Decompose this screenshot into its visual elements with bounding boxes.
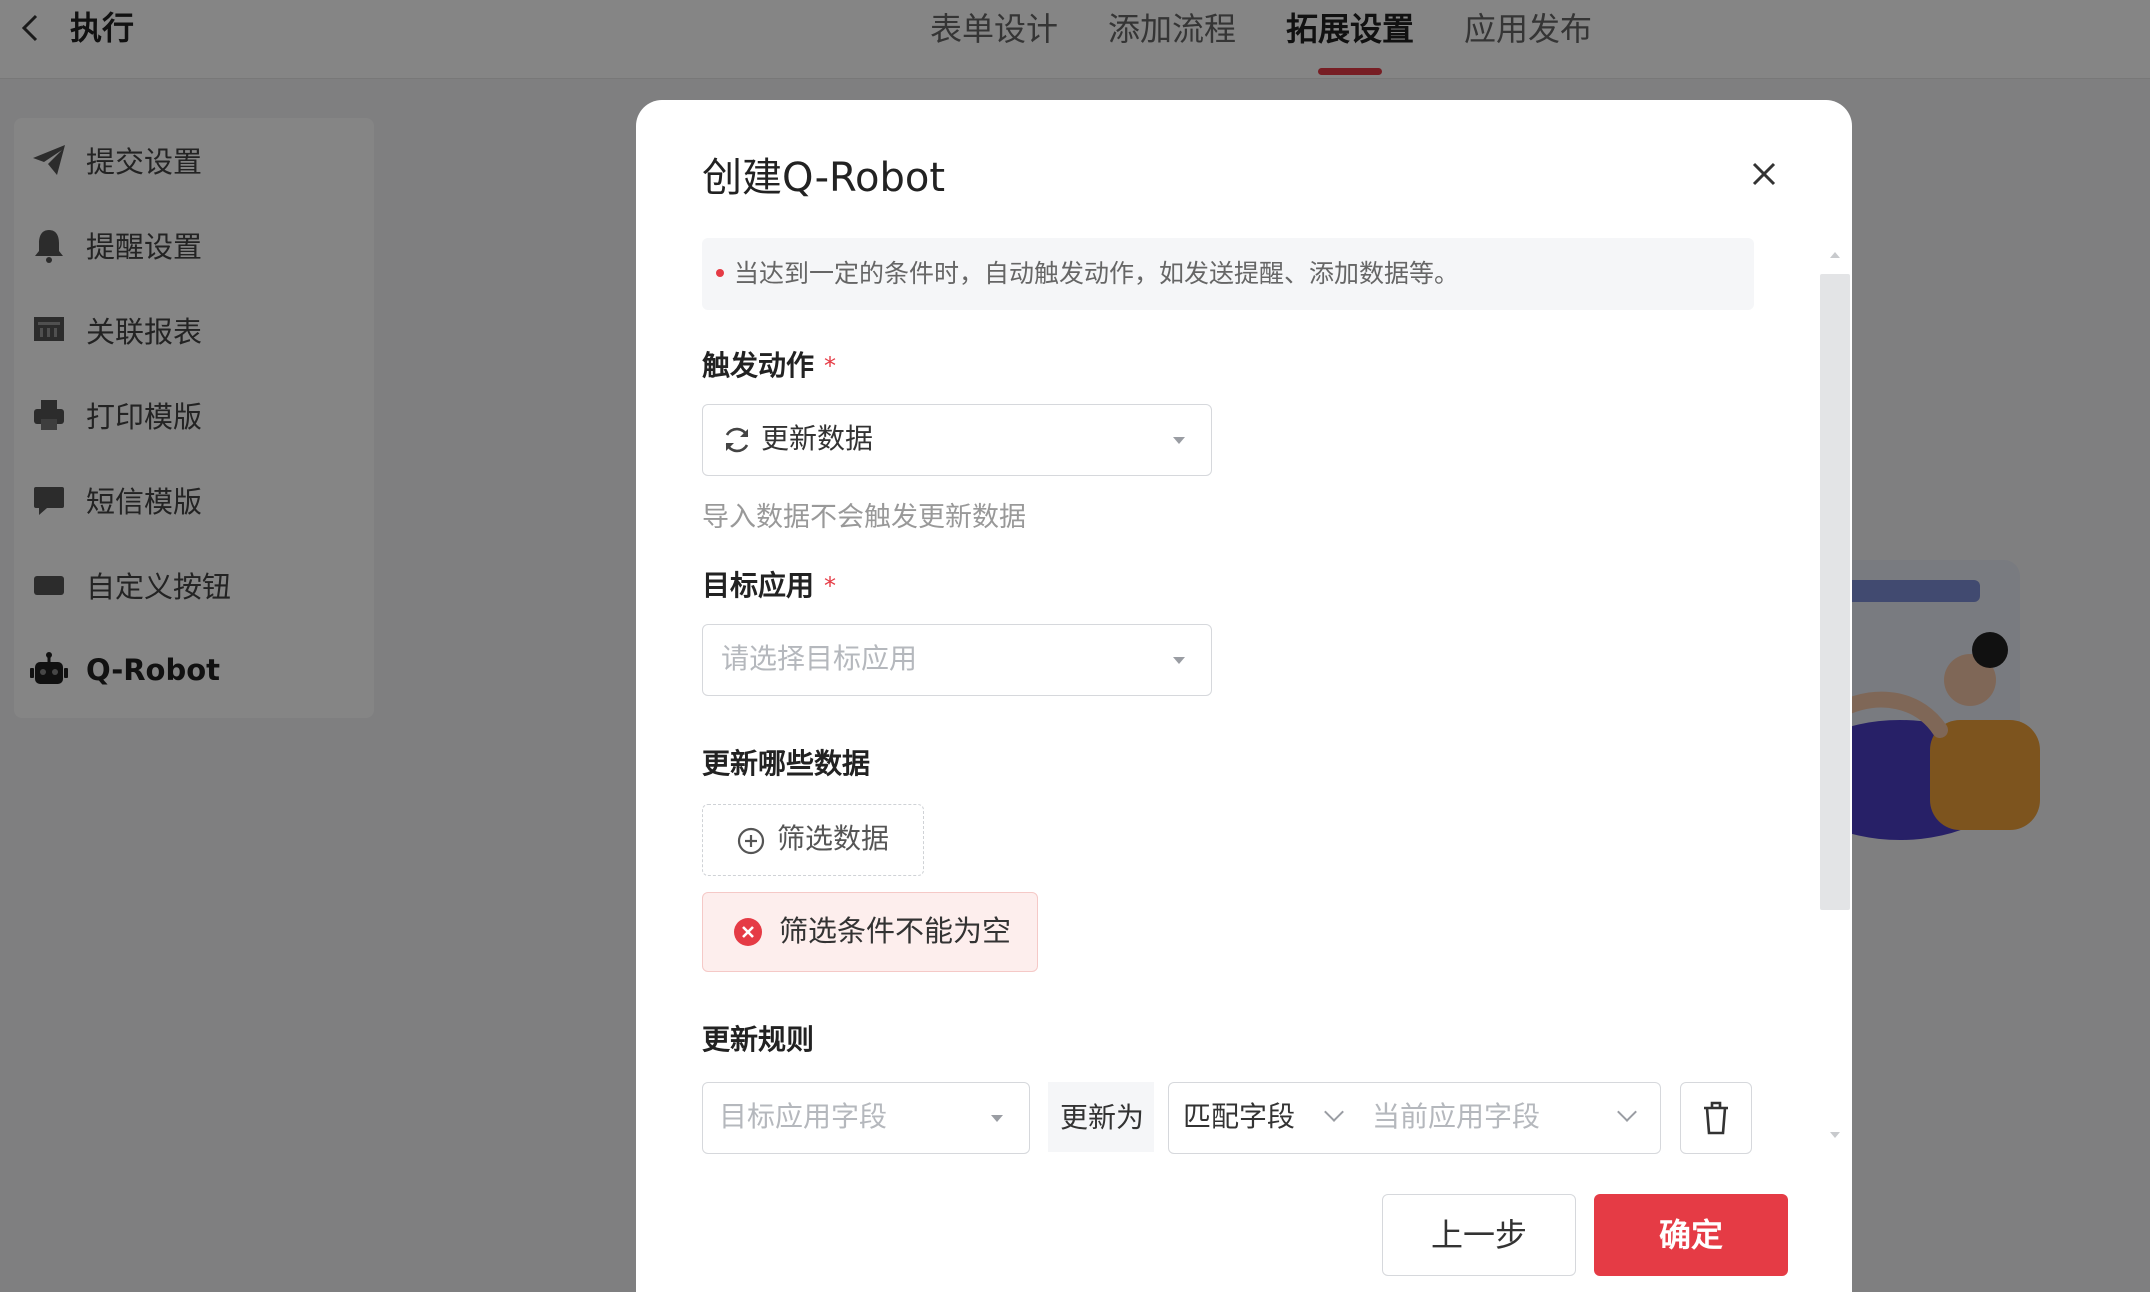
required-mark: * xyxy=(824,572,837,600)
placeholder-text: 当前应用字段 xyxy=(1372,1100,1541,1133)
field-label-text: 触发动作 xyxy=(702,349,815,382)
scrollbar-thumb[interactable] xyxy=(1820,274,1850,910)
error-circle-icon xyxy=(734,918,762,946)
dialog-title: 创建Q-Robot xyxy=(702,155,946,201)
target-app-label: 目标应用 * xyxy=(702,566,836,606)
update-to-text: 更新为 xyxy=(1060,1101,1145,1134)
filter-data-button[interactable]: 筛选数据 xyxy=(702,804,924,876)
info-notice: 当达到一定的条件时，自动触发动作，如发送提醒、添加数据等。 xyxy=(702,238,1754,310)
selected-value: 更新数据 xyxy=(761,422,874,455)
previous-step-button[interactable]: 上一步 xyxy=(1382,1194,1576,1276)
target-field-select[interactable]: 目标应用字段 xyxy=(702,1082,1030,1154)
placeholder-text: 请选择目标应用 xyxy=(721,642,918,675)
chevron-down-icon xyxy=(1324,1102,1344,1122)
selected-value: 匹配字段 xyxy=(1183,1100,1296,1133)
field-label-text: 目标应用 xyxy=(702,569,815,602)
trigger-action-select[interactable]: 更新数据 xyxy=(702,404,1212,476)
chevron-down-icon xyxy=(1617,1102,1637,1122)
match-type-select[interactable]: 匹配字段 xyxy=(1168,1082,1358,1154)
caret-down-icon xyxy=(1173,437,1185,444)
notice-text: 当达到一定的条件时，自动触发动作，如发送提醒、添加数据等。 xyxy=(734,259,1460,288)
trigger-hint: 导入数据不会触发更新数据 xyxy=(702,502,1026,533)
close-button[interactable] xyxy=(1742,152,1786,196)
trigger-action-label: 触发动作 * xyxy=(702,346,836,386)
target-app-select[interactable]: 请选择目标应用 xyxy=(702,624,1212,696)
placeholder-text: 目标应用字段 xyxy=(719,1100,888,1133)
caret-down-icon xyxy=(1173,657,1185,664)
plus-circle-icon xyxy=(737,827,765,855)
current-field-select[interactable]: 当前应用字段 xyxy=(1356,1082,1661,1154)
validation-error: 筛选条件不能为空 xyxy=(702,892,1038,972)
required-mark: * xyxy=(824,352,837,380)
update-data-label: 更新哪些数据 xyxy=(702,747,871,780)
bullet-dot xyxy=(716,269,724,277)
update-rule-label: 更新规则 xyxy=(702,1023,815,1056)
update-rule-row: 目标应用字段 更新为 匹配字段 当前应用字段 xyxy=(702,1082,1802,1154)
error-message: 筛选条件不能为空 xyxy=(779,914,1012,948)
create-q-robot-dialog: 创建Q-Robot 当达到一定的条件时，自动触发动作，如发送提醒、添加数据等。 … xyxy=(636,100,1852,1292)
refresh-icon xyxy=(725,427,749,453)
close-icon xyxy=(1752,162,1776,186)
confirm-button[interactable]: 确定 xyxy=(1594,1194,1788,1276)
caret-down-icon xyxy=(991,1115,1003,1122)
filter-data-label: 筛选数据 xyxy=(777,822,890,855)
trash-icon xyxy=(1704,1101,1728,1135)
scroll-up-icon[interactable] xyxy=(1830,252,1840,258)
update-to-label: 更新为 xyxy=(1048,1082,1154,1152)
delete-rule-button[interactable] xyxy=(1680,1082,1752,1154)
scroll-down-icon[interactable] xyxy=(1830,1132,1840,1138)
